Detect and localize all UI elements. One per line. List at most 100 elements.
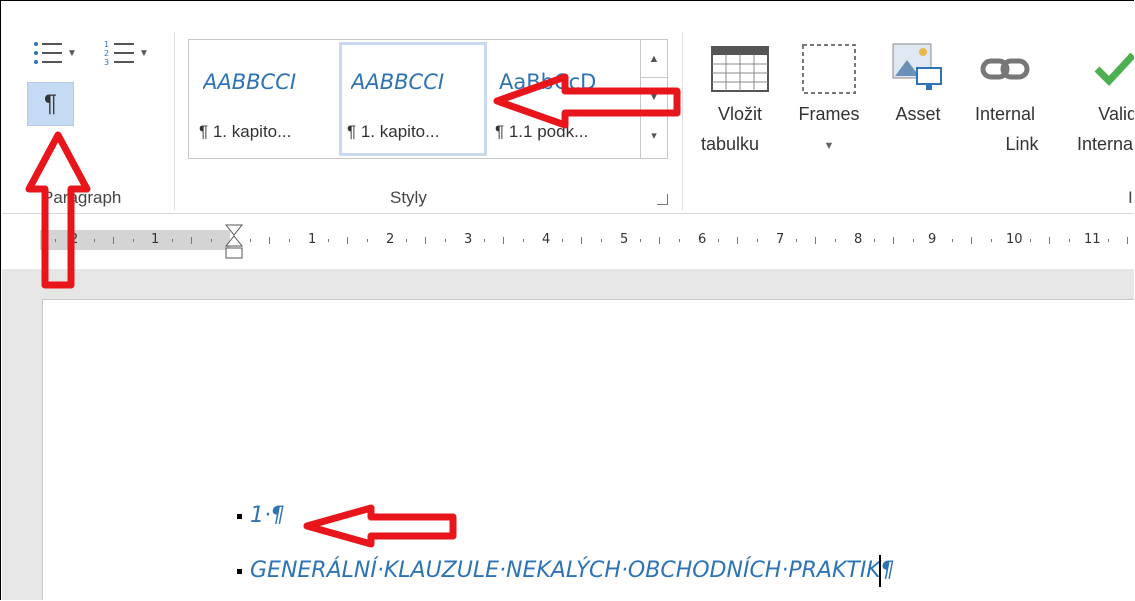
ruler-number: 6 — [698, 232, 707, 247]
command-label: Internal — [1076, 134, 1134, 154]
ruler-tick — [795, 239, 797, 242]
command-label: Vložit — [717, 104, 762, 124]
ruler-number: 5 — [620, 232, 629, 247]
scroll-down-icon[interactable]: ▼ — [641, 78, 667, 116]
ruler-number: 10 — [1006, 232, 1023, 247]
command-label: tabulku — [700, 134, 760, 154]
paragraph-group-label: Paragraph — [42, 188, 122, 207]
ruler-tick — [990, 239, 992, 242]
ruler-tick — [444, 239, 446, 242]
screenshot-frame: ▼ 1 2 3 ▼ ¶ Paragraph AABBCCI ¶ 1. kapit… — [0, 0, 1134, 600]
ruler-number: 7 — [776, 232, 785, 247]
ribbon: ▼ 1 2 3 ▼ ¶ Paragraph AABBCCI ¶ 1. kapit… — [2, 2, 1134, 213]
style-sample: AABBCCI — [203, 70, 297, 94]
chevron-down-icon: ▼ — [823, 140, 835, 152]
style-sample: AABBCCI — [351, 70, 445, 94]
frame-icon — [800, 40, 858, 98]
style-tile-selected[interactable]: AABBCCI ¶ 1. kapito... — [339, 42, 487, 156]
document-canvas: 1·¶ GENERÁLNÍ·KLAUZULE·NEKALÝCH·OBCHODNÍ… — [2, 269, 1134, 600]
ruler-tick — [678, 239, 680, 242]
numbered-list-button[interactable]: 1 2 3 ▼ — [104, 38, 149, 68]
asset-button[interactable]: Asset — [882, 40, 954, 130]
ruler-tick — [834, 239, 836, 242]
table-icon — [711, 40, 769, 98]
ruler-number: 9 — [928, 232, 937, 247]
style-name: ¶ 1. kapito... — [347, 122, 440, 141]
style-name: ¶ 1.1 podk... — [495, 122, 589, 141]
heading-text-paragraph[interactable]: GENERÁLNÍ·KLAUZULE·NEKALÝCH·OBCHODNÍCH·P… — [237, 555, 895, 587]
ruler-tick — [171, 239, 173, 242]
style-tile[interactable]: AABBCCI ¶ 1. kapito... — [191, 42, 339, 156]
gallery-more-icon[interactable]: ▾ — [641, 116, 667, 154]
ruler-tick — [873, 239, 875, 242]
ruler-tick — [522, 239, 524, 242]
ruler-tick — [971, 237, 972, 244]
ruler-number: 8 — [854, 232, 863, 247]
insert-table-button[interactable]: Vložit tabulku — [695, 40, 785, 160]
pilcrow-mark: ¶ — [880, 558, 895, 583]
style-tile[interactable]: AaBbCcD ¶ 1.1 podk... — [487, 42, 637, 156]
show-formatting-marks-button[interactable]: ¶ — [27, 82, 74, 126]
ruler-tick — [249, 239, 251, 242]
paragraph-text: GENERÁLNÍ·KLAUZULE·NEKALÝCH·OBCHODNÍCH·P… — [250, 558, 881, 583]
frames-button[interactable]: Frames ▼ — [785, 40, 873, 162]
svg-text:3: 3 — [104, 58, 109, 67]
ruler-tick — [600, 239, 602, 242]
ruler-tick — [425, 237, 426, 244]
ruler-tick — [951, 239, 953, 242]
ruler-number: 1 — [151, 232, 160, 247]
validate-internal-button[interactable]: Valid Internal — [1057, 40, 1134, 160]
paragraph-mark-bullet — [237, 513, 242, 519]
scroll-up-icon[interactable]: ▲ — [641, 40, 667, 78]
checkmark-icon — [1067, 40, 1134, 98]
ruler-tick — [1029, 239, 1031, 242]
bullet-list-button[interactable]: ▼ — [32, 38, 77, 68]
heading-number-paragraph[interactable]: 1·¶ — [237, 503, 285, 528]
ruler-tick — [893, 237, 894, 244]
paragraph-text: 1·¶ — [250, 503, 285, 528]
svg-text:2: 2 — [104, 49, 109, 58]
ruler-tick — [912, 239, 914, 242]
group-label-partial: I — [1128, 188, 1133, 207]
ruler-tick — [1049, 237, 1050, 244]
ruler-tick — [54, 239, 56, 242]
ruler-tick — [269, 237, 270, 244]
chevron-down-icon: ▼ — [67, 47, 77, 59]
ruler-tick — [659, 237, 660, 244]
ruler-number: 11 — [1084, 232, 1101, 247]
ruler-number: 2 — [70, 232, 79, 247]
chevron-down-icon: ▼ — [139, 47, 149, 59]
ruler-tick — [483, 239, 485, 242]
asset-icon — [889, 40, 947, 98]
link-icon — [976, 40, 1034, 98]
pilcrow-icon: ¶ — [44, 90, 57, 117]
ruler-tick — [405, 239, 407, 242]
styles-group-label: Styly — [390, 188, 427, 207]
style-name: ¶ 1. kapito... — [199, 122, 292, 141]
paragraph-mark-bullet — [237, 568, 242, 574]
ruler-tick — [815, 237, 816, 244]
ruler-tick — [717, 239, 719, 242]
ruler-row: 2 1 1 2 3 4 5 6 7 8 9 10 11 — [2, 213, 1134, 270]
numbered-list-icon: 1 2 3 — [104, 40, 134, 67]
command-label: Frames — [798, 104, 860, 124]
ruler-margin — [40, 230, 230, 250]
indent-marker-icon[interactable] — [225, 224, 243, 266]
ruler-tick — [756, 239, 758, 242]
ruler-tick — [93, 239, 95, 242]
ruler-number: 1 — [308, 232, 317, 247]
gallery-scrollbar[interactable]: ▲ ▼ ▾ — [640, 40, 667, 158]
styles-dialog-launcher-icon[interactable] — [657, 194, 668, 205]
ruler-tick — [561, 239, 563, 242]
ruler-tick — [1107, 239, 1109, 242]
group-divider — [682, 32, 683, 210]
ruler-tick — [581, 237, 582, 244]
command-label: Internal — [974, 104, 1036, 124]
internal-link-button[interactable]: Internal Link — [960, 40, 1050, 160]
ruler-tick — [1127, 237, 1128, 244]
ruler-tick — [132, 239, 134, 242]
document-page[interactable]: 1·¶ GENERÁLNÍ·KLAUZULE·NEKALÝCH·OBCHODNÍ… — [42, 299, 1134, 600]
ruler-number: 3 — [464, 232, 473, 247]
horizontal-ruler[interactable]: 2 1 1 2 3 4 5 6 7 8 9 10 11 — [40, 224, 1134, 259]
group-divider — [174, 32, 175, 210]
